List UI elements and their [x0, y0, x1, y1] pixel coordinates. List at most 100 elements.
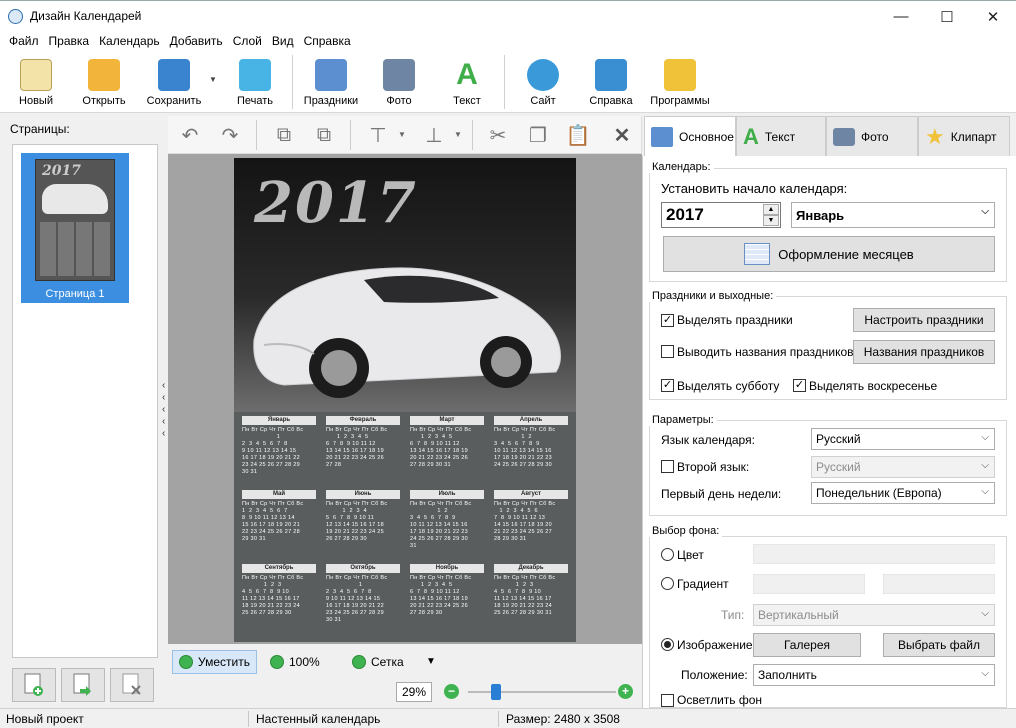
calendar-grid-icon	[744, 243, 771, 265]
year-up-arrow[interactable]: ▲	[763, 204, 779, 215]
month-week-row: 23 24 25 26 27 28 29	[242, 462, 300, 468]
month-block[interactable]: Апрель Пн Вт Ср Чт Пт Сб Вс 1 23 4 5 6 7 …	[494, 416, 568, 478]
zoom-slider-thumb[interactable]	[491, 684, 501, 700]
calendar-poster[interactable]: 2017 Январь Пн Вт Ср Чт Пт Сб Вс 12 3 4 5…	[234, 158, 576, 642]
close-button[interactable]: ✕	[970, 1, 1016, 32]
month-block[interactable]: Сентябрь Пн Вт Ср Чт Пт Сб Вс 1 2 34 5 6 …	[242, 564, 316, 626]
design-canvas[interactable]: 2017 Январь Пн Вт Ср Чт Пт Сб Вс 12 3 4 5…	[168, 154, 642, 644]
align-bottom-icon[interactable]: ⊥	[420, 123, 448, 147]
tab-photo[interactable]: Фото	[826, 116, 918, 156]
second-language-checkbox[interactable]	[661, 460, 674, 473]
month-week-row: 10 11 12 13 14 15 16	[410, 522, 468, 528]
bring-forward-icon[interactable]: ⧉	[270, 123, 298, 147]
configure-holidays-button[interactable]: Настроить праздники	[853, 308, 995, 332]
month-block[interactable]: Январь Пн Вт Ср Чт Пт Сб Вс 12 3 4 5 6 7 …	[242, 416, 316, 478]
month-week-row: 12 13 14 15 16 17 18	[326, 522, 384, 528]
month-days: Пн Вт Ср Чт Пт Сб Вс 1 2 3 45 6 7 8 9 10…	[326, 501, 400, 543]
align-top-icon[interactable]: ⊤	[364, 123, 392, 147]
menu-edit[interactable]: Правка	[44, 34, 95, 48]
highlight-saturday-checkbox[interactable]: ✓	[661, 379, 674, 392]
menu-layer[interactable]: Слой	[228, 34, 267, 48]
send-backward-icon[interactable]: ⧉	[310, 123, 338, 147]
tab-clipart[interactable]: ★ Клипарт	[918, 116, 1010, 156]
chevron-down-icon: ⌵	[981, 432, 989, 443]
show-holiday-names-checkbox[interactable]	[661, 345, 674, 358]
grid-button[interactable]: Сетка	[346, 650, 410, 674]
text-button[interactable]: A Текст	[444, 55, 490, 109]
grid-dropdown-arrow[interactable]: ▼	[426, 656, 436, 667]
delete-page-icon	[122, 673, 141, 695]
month-block[interactable]: Февраль Пн Вт Ср Чт Пт Сб Вс 1 2 3 4 56 7…	[326, 416, 400, 478]
holiday-names-button[interactable]: Названия праздников	[853, 340, 995, 364]
month-days: Пн Вт Ср Чт Пт Сб Вс 1 2 3 4 56 7 8 9 10…	[326, 427, 400, 469]
delete-page-button[interactable]	[110, 668, 154, 702]
photo-button[interactable]: Фото	[376, 55, 422, 109]
undo-icon[interactable]: ↶	[176, 123, 204, 147]
poster-photo[interactable]: 2017	[234, 158, 576, 412]
month-block[interactable]: Май Пн Вт Ср Чт Пт Сб Вс 1 2 3 4 5 6 78 9 …	[242, 490, 316, 552]
month-block[interactable]: Ноябрь Пн Вт Ср Чт Пт Сб Вс 1 2 3 4 56 7 …	[410, 564, 484, 626]
site-button[interactable]: Сайт	[520, 55, 566, 109]
highlight-sunday-checkbox[interactable]: ✓	[793, 379, 806, 392]
tab-main[interactable]: Основное	[644, 116, 736, 157]
holidays-button[interactable]: Праздники	[300, 55, 362, 109]
first-day-select[interactable]: Понедельник (Европа) ⌵	[811, 482, 995, 504]
redo-icon[interactable]: ↷	[216, 123, 244, 147]
save-dropdown-arrow[interactable]: ▼	[209, 75, 217, 84]
color-radio[interactable]	[661, 548, 674, 561]
collapse-panel-handle[interactable]: ‹ ‹ ‹ ‹ ‹	[162, 380, 165, 440]
minimize-button[interactable]: —	[878, 1, 924, 32]
actual-size-button[interactable]: 100%	[264, 650, 326, 674]
save-button[interactable]: Сохранить	[142, 55, 206, 109]
tab-text[interactable]: A Текст	[736, 116, 826, 156]
zoom-value[interactable]: 29%	[396, 682, 432, 702]
poster-year-text[interactable]: 2017	[254, 170, 418, 236]
image-radio-label: Изображение	[677, 638, 753, 652]
image-radio[interactable]	[661, 638, 674, 651]
menu-file[interactable]: Файл	[4, 34, 44, 48]
calendar-language-select[interactable]: Русский ⌵	[811, 428, 995, 450]
menu-help[interactable]: Справка	[299, 34, 356, 48]
month-week-row: 11 12 13 14 15 16 17	[242, 596, 300, 602]
highlight-holidays-checkbox[interactable]: ✓	[661, 314, 674, 327]
months-design-button[interactable]: Оформление месяцев	[663, 236, 995, 272]
help-button[interactable]: Справка	[586, 55, 636, 109]
menu-add[interactable]: Добавить	[165, 34, 228, 48]
add-page-button[interactable]	[12, 668, 56, 702]
insert-page-button[interactable]	[61, 668, 105, 702]
choose-file-button[interactable]: Выбрать файл	[883, 633, 995, 657]
month-block[interactable]: Октябрь Пн Вт Ср Чт Пт Сб Вс 12 3 4 5 6 7…	[326, 564, 400, 626]
menu-calendar[interactable]: Календарь	[94, 34, 165, 48]
month-week-row: 9 10 11 12 13 14 15	[326, 596, 381, 602]
month-block[interactable]: Декабрь Пн Вт Ср Чт Пт Сб Вс 1 2 34 5 6 7…	[494, 564, 568, 626]
position-select[interactable]: Заполнить ⌵	[753, 664, 995, 686]
gradient-radio[interactable]	[661, 577, 674, 590]
page-thumbnail[interactable]: 2017 Страница 1	[21, 153, 129, 303]
open-button[interactable]: Открыть	[76, 55, 132, 109]
fit-button[interactable]: Уместить	[172, 650, 257, 674]
new-button[interactable]: Новый	[12, 55, 60, 109]
zoom-out-icon[interactable]: −	[444, 684, 459, 699]
help-book-icon	[595, 59, 627, 91]
zoom-in-icon[interactable]: +	[618, 684, 633, 699]
gallery-button[interactable]: Галерея	[753, 633, 861, 657]
print-button[interactable]: Печать	[230, 55, 280, 109]
camera-icon	[833, 127, 855, 146]
maximize-button[interactable]: ☐	[924, 1, 970, 32]
delete-icon[interactable]: ✕	[608, 123, 636, 147]
paste-icon[interactable]: 📋	[564, 123, 592, 147]
month-block[interactable]: Июнь Пн Вт Ср Чт Пт Сб Вс 1 2 3 45 6 7 8 …	[326, 490, 400, 552]
month-block[interactable]: Август Пн Вт Ср Чт Пт Сб Вс 1 2 3 4 5 67 …	[494, 490, 568, 552]
menu-view[interactable]: Вид	[267, 34, 299, 48]
lighten-background-checkbox[interactable]	[661, 694, 674, 707]
month-block[interactable]: Июль Пн Вт Ср Чт Пт Сб Вс 1 23 4 5 6 7 8 …	[410, 490, 484, 552]
year-down-arrow[interactable]: ▼	[763, 215, 779, 226]
month-block[interactable]: Март Пн Вт Ср Чт Пт Сб Вс 1 2 3 4 56 7 8 …	[410, 416, 484, 478]
align-bottom-dropdown-arrow[interactable]: ▼	[454, 130, 462, 139]
cut-icon[interactable]: ✂	[484, 123, 512, 147]
copy-icon[interactable]: ❐	[524, 123, 552, 147]
month-name: Май	[242, 490, 316, 499]
align-dropdown-arrow[interactable]: ▼	[398, 130, 406, 139]
month-select[interactable]: Январь ⌵	[791, 202, 995, 228]
programs-button[interactable]: Программы	[648, 55, 712, 109]
